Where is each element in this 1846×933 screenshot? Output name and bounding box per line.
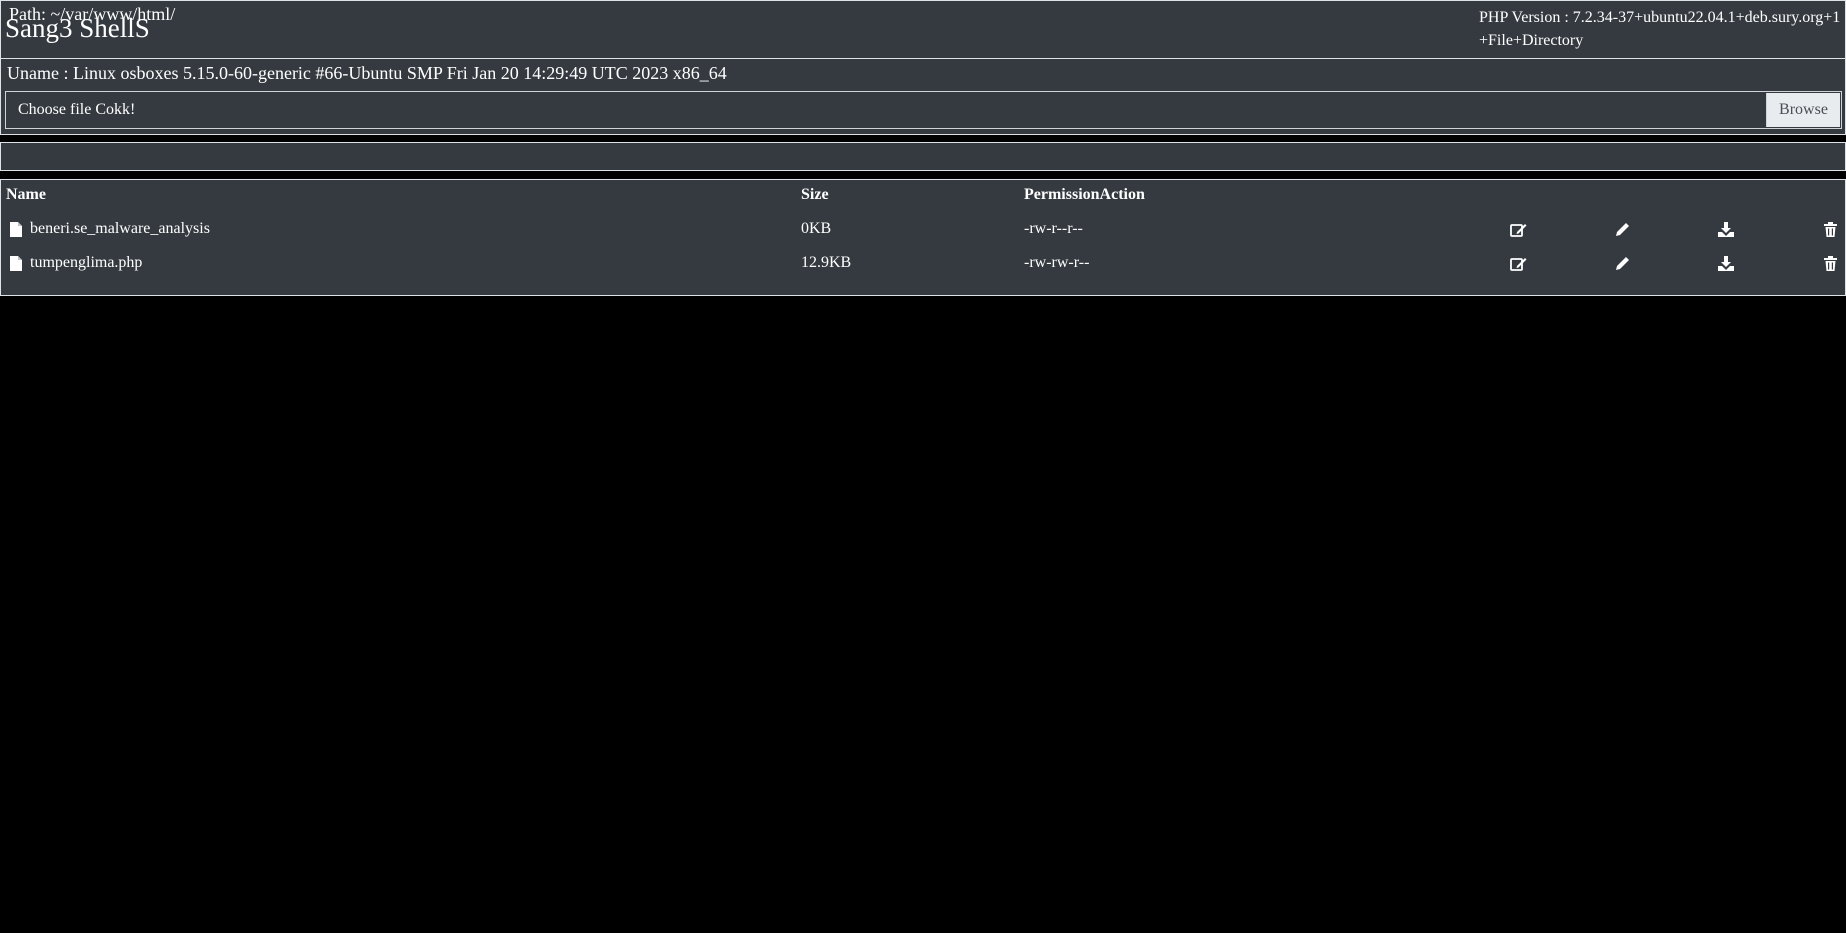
column-header-name: Name [6, 186, 46, 203]
file-icon [10, 256, 22, 271]
file-name-link[interactable]: tumpenglima.php [30, 253, 142, 273]
download-icon[interactable] [1717, 254, 1735, 272]
path-bar [0, 142, 1846, 171]
file-directory-link[interactable]: +File+Directory [1479, 29, 1583, 52]
edit-icon[interactable] [1509, 220, 1527, 238]
file-size: 12.9KB [801, 254, 852, 271]
edit-icon[interactable] [1509, 254, 1527, 272]
rename-icon[interactable] [1613, 220, 1631, 238]
delete-icon[interactable] [1821, 220, 1839, 238]
php-version-text: PHP Version : 7.2.34-37+ubuntu22.04.1+de… [1479, 9, 1841, 26]
delete-icon[interactable] [1821, 254, 1839, 272]
file-upload-input[interactable]: Choose file Cokk! Browse [5, 91, 1842, 129]
uname-text: Uname : Linux osboxes 5.15.0-60-generic … [7, 63, 727, 83]
current-path: Path: ~/var/www/html/ [9, 4, 176, 24]
download-icon[interactable] [1717, 220, 1735, 238]
upload-label: Choose file Cokk! [18, 101, 136, 118]
file-name-link[interactable]: beneri.se_malware_analysis [30, 219, 210, 239]
file-size: 0KB [801, 220, 832, 237]
column-header-permission-action: PermissionAction [1024, 186, 1145, 203]
column-header-size: Size [801, 186, 829, 203]
rename-icon[interactable] [1613, 254, 1631, 272]
file-table [0, 179, 1846, 296]
file-permission: -rw-rw-r-- [1024, 254, 1090, 271]
file-permission: -rw-r--r-- [1024, 220, 1083, 237]
file-icon [10, 222, 22, 237]
browse-button[interactable]: Browse [1766, 93, 1840, 127]
